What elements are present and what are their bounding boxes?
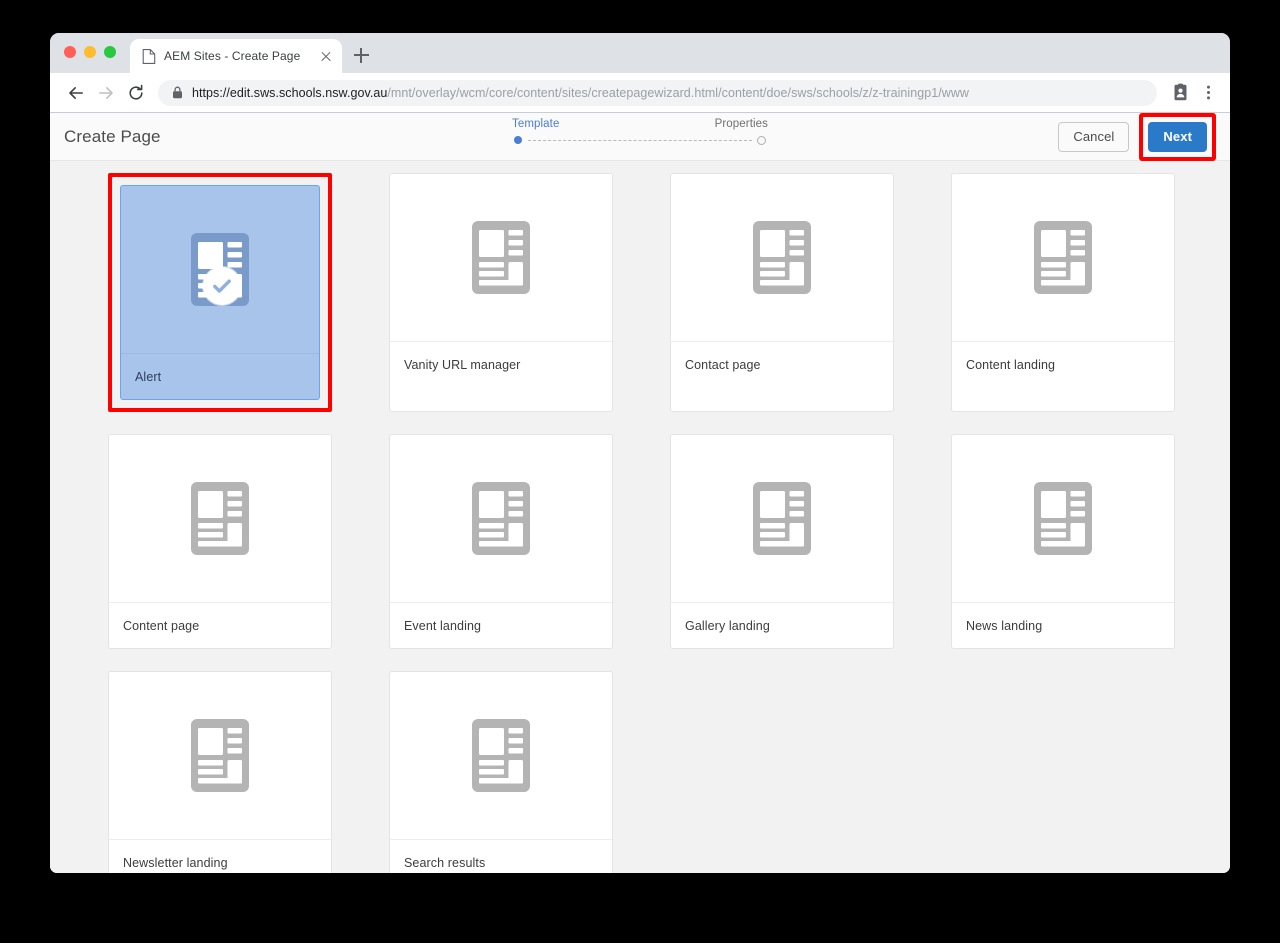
three-dot-menu-icon[interactable] (1195, 80, 1221, 106)
next-button-annotation: Next (1139, 113, 1216, 161)
template-thumbnail-icon (753, 482, 811, 555)
browser-tab[interactable]: AEM Sites - Create Page (130, 39, 342, 73)
template-thumbnail-icon (1034, 221, 1092, 294)
template-card-newsletter-landing[interactable]: Newsletter landing (108, 671, 332, 873)
step-dot-properties[interactable] (757, 135, 766, 145)
page-title: Create Page (64, 126, 161, 146)
template-card-label: Alert (121, 353, 319, 399)
template-card-gallery-landing[interactable]: Gallery landing (670, 434, 894, 649)
cancel-button[interactable]: Cancel (1058, 121, 1130, 152)
browser-tab-strip: AEM Sites - Create Page (50, 33, 1230, 73)
template-thumbnail-icon (1034, 482, 1092, 555)
template-card-label: Search results (390, 839, 612, 873)
template-card-vanity-url-manager[interactable]: Vanity URL manager (389, 173, 613, 412)
template-thumbnail-icon (472, 221, 530, 294)
next-button[interactable]: Next (1148, 121, 1207, 152)
close-icon[interactable] (318, 48, 334, 64)
plus-icon[interactable] (350, 44, 372, 66)
lock-icon (173, 86, 182, 99)
browser-window: AEM Sites - Create Page https://edit.sws… (50, 33, 1230, 873)
template-card-label: Event landing (390, 602, 612, 648)
browser-toolbar: https://edit.sws.schools.nsw.gov.au/mnt/… (50, 73, 1230, 112)
template-thumbnail-icon (191, 482, 249, 555)
browser-tab-title: AEM Sites - Create Page (164, 49, 301, 63)
minimize-window-button[interactable] (84, 46, 96, 58)
template-card-content-page[interactable]: Content page (108, 434, 332, 649)
template-thumbnail (671, 174, 893, 341)
template-thumbnail (390, 174, 612, 341)
close-window-button[interactable] (64, 46, 76, 58)
profile-card-icon[interactable] (1167, 80, 1193, 106)
page-content: Create Page Template Properties Cancel N… (50, 112, 1230, 873)
template-thumbnail (121, 186, 319, 353)
stepper-track (510, 134, 770, 146)
wizard-stepper: Template Properties (510, 118, 770, 146)
template-thumbnail (952, 435, 1174, 602)
wizard-header: Create Page Template Properties Cancel N… (50, 113, 1230, 161)
window-controls (64, 46, 116, 58)
template-grid: Alert Vanity URL manager Contact page Co… (50, 173, 1230, 873)
template-list-scroll[interactable]: Alert Vanity URL manager Contact page Co… (50, 161, 1230, 873)
check-circle-icon (203, 266, 241, 305)
template-thumbnail (109, 672, 331, 839)
step-label-properties[interactable]: Properties (715, 118, 768, 130)
template-thumbnail (671, 435, 893, 602)
step-label-template[interactable]: Template (512, 118, 559, 130)
template-card-label: Newsletter landing (109, 839, 331, 873)
template-thumbnail (109, 435, 331, 602)
url-host: https://edit.sws.schools.nsw.gov.au (192, 85, 388, 100)
selected-template-annotation: Alert (108, 173, 332, 412)
template-thumbnail-icon (753, 221, 811, 294)
template-thumbnail-icon (472, 482, 530, 555)
address-bar-url: https://edit.sws.schools.nsw.gov.au/mnt/… (192, 86, 969, 100)
wizard-actions: Cancel Next (1058, 113, 1216, 161)
stepper-connector (528, 140, 752, 141)
step-dot-template[interactable] (514, 136, 522, 144)
template-card-event-landing[interactable]: Event landing (389, 434, 613, 649)
arrow-forward-icon[interactable] (92, 79, 120, 107)
template-thumbnail (390, 435, 612, 602)
template-thumbnail-icon (472, 719, 530, 792)
page-icon (142, 48, 156, 64)
template-thumbnail-icon (191, 719, 249, 792)
template-card-label: Gallery landing (671, 602, 893, 648)
template-card-label: News landing (952, 602, 1174, 648)
template-card-label: Content landing (952, 341, 1174, 387)
template-thumbnail (952, 174, 1174, 341)
template-card-content-landing[interactable]: Content landing (951, 173, 1175, 412)
url-path: /mnt/overlay/wcm/core/content/sites/crea… (387, 85, 970, 100)
template-card-label: Contact page (671, 341, 893, 387)
template-card-news-landing[interactable]: News landing (951, 434, 1175, 649)
template-card-search-results[interactable]: Search results (389, 671, 613, 873)
template-card-label: Content page (109, 602, 331, 648)
template-thumbnail (390, 672, 612, 839)
stepper-labels: Template Properties (510, 118, 770, 130)
maximize-window-button[interactable] (104, 46, 116, 58)
template-card-label: Vanity URL manager (390, 341, 612, 387)
reload-icon[interactable] (122, 79, 150, 107)
template-card-alert[interactable]: Alert (120, 185, 320, 400)
address-bar[interactable]: https://edit.sws.schools.nsw.gov.au/mnt/… (158, 79, 1157, 106)
template-card-contact-page[interactable]: Contact page (670, 173, 894, 412)
arrow-back-icon[interactable] (62, 79, 90, 107)
